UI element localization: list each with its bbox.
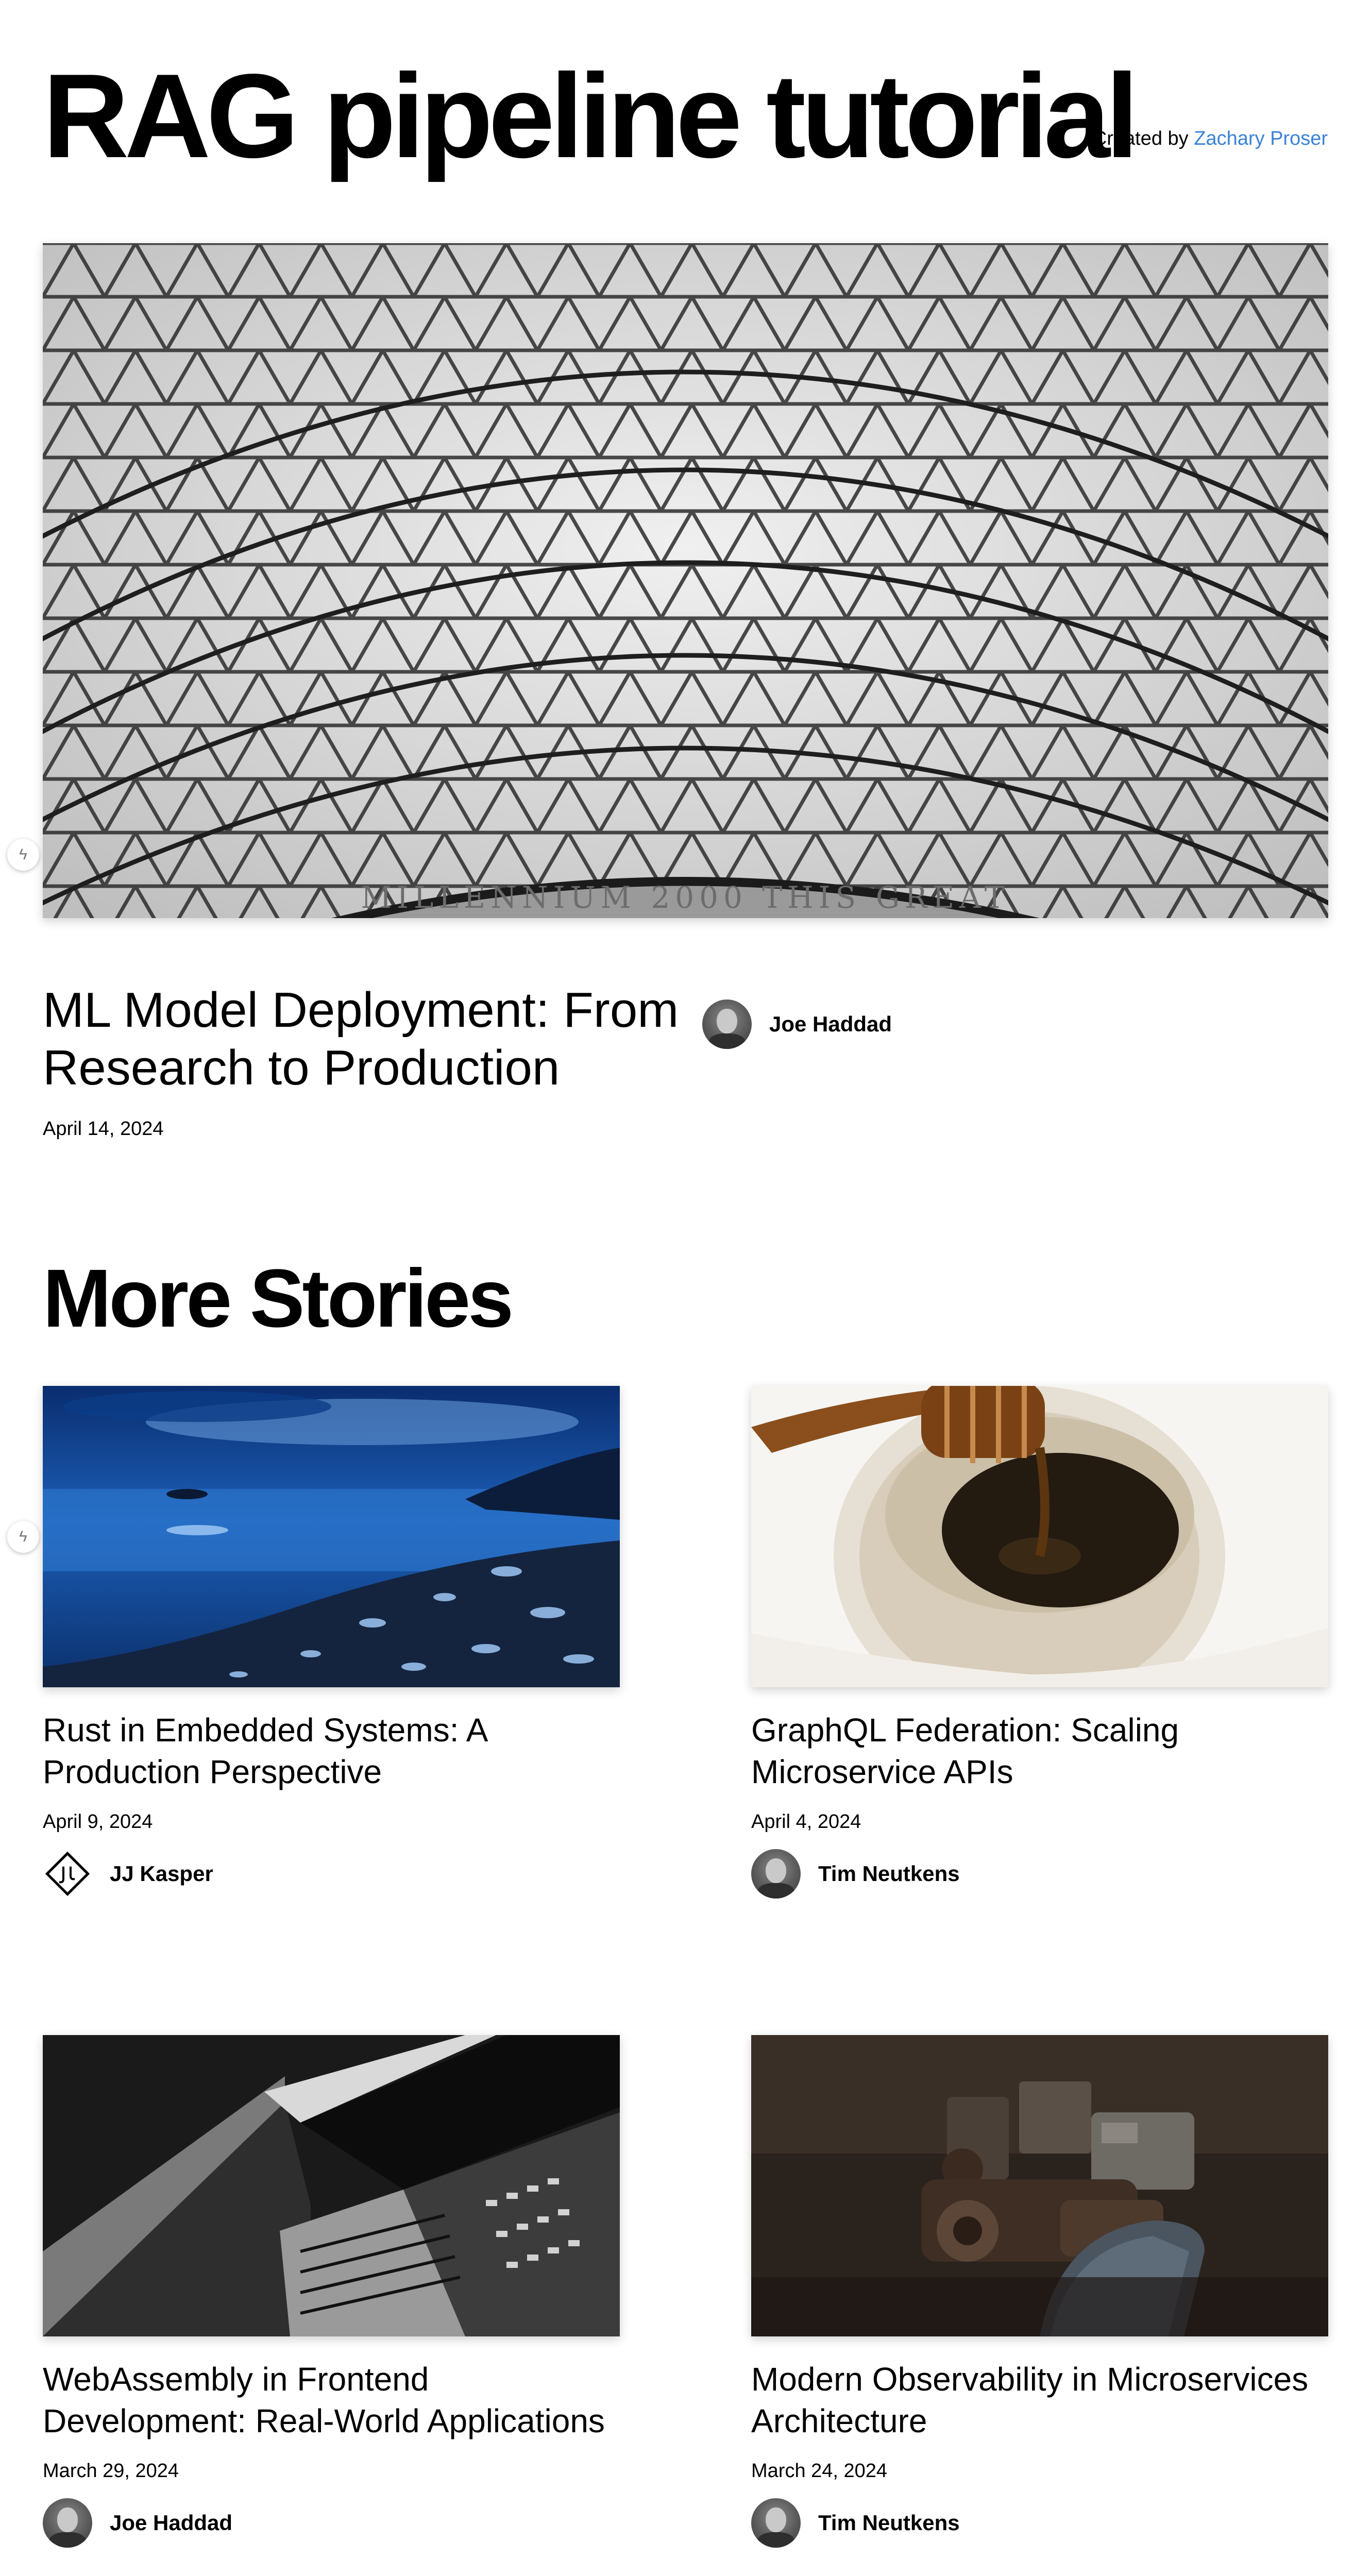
- hero-post-date: April 14, 2024: [43, 1118, 164, 1140]
- hero-image-inscription: MILLENNIUM 2000 THIS GREAT: [361, 880, 1010, 915]
- avatar: [751, 2498, 801, 2548]
- author-name: Joe Haddad: [769, 1012, 892, 1036]
- site-title: RAG pipeline tutorial: [43, 49, 1139, 183]
- avatar: [43, 2498, 92, 2548]
- story-title[interactable]: Modern Observability in Microservices Ar…: [751, 2359, 1328, 2443]
- author-name: JJ Kasper: [110, 1861, 213, 1886]
- story-image-architecture: [43, 2035, 620, 2336]
- story-image-honey: [751, 1386, 1328, 1687]
- story-date: March 29, 2024: [43, 2460, 179, 2482]
- story-author[interactable]: Tim Neutkens: [751, 1849, 960, 1899]
- author-name: Tim Neutkens: [818, 2511, 960, 2535]
- story-cover-image[interactable]: [43, 2035, 620, 2336]
- story-title[interactable]: Rust in Embedded Systems: A Production P…: [43, 1709, 620, 1793]
- lightning-icon[interactable]: ϟ: [7, 839, 39, 871]
- lightning-icon[interactable]: ϟ: [7, 1521, 39, 1553]
- story-date: April 9, 2024: [43, 1811, 153, 1833]
- story-image-machinery: [751, 2035, 1328, 2336]
- hero-roof-illustration: MILLENNIUM 2000 THIS GREAT: [43, 243, 1328, 918]
- story-image-beach: [43, 1386, 620, 1687]
- story-cover-image[interactable]: [751, 2035, 1328, 2336]
- hero-post-title[interactable]: ML Model Deployment: From Research to Pr…: [43, 981, 702, 1097]
- author-name: Joe Haddad: [110, 2511, 233, 2535]
- author-link[interactable]: Zachary Proser: [1194, 128, 1328, 149]
- author-name: Tim Neutkens: [818, 1861, 960, 1886]
- created-by-label: Created by: [1092, 128, 1189, 149]
- story-author[interactable]: JJ Kasper: [43, 1849, 213, 1899]
- story-cover-image[interactable]: [751, 1386, 1328, 1687]
- story-date: April 4, 2024: [751, 1811, 861, 1833]
- jj-logo-icon: [43, 1849, 92, 1899]
- story-cover-image[interactable]: [43, 1386, 620, 1687]
- story-author[interactable]: Joe Haddad: [43, 2498, 232, 2548]
- hero-cover-image[interactable]: MILLENNIUM 2000 THIS GREAT: [43, 243, 1328, 918]
- story-date: March 24, 2024: [751, 2460, 888, 2482]
- more-stories-heading: More Stories: [43, 1252, 514, 1344]
- avatar: [702, 999, 752, 1049]
- story-title[interactable]: WebAssembly in Frontend Development: Rea…: [43, 2359, 620, 2443]
- avatar: [751, 1849, 801, 1899]
- story-title[interactable]: GraphQL Federation: Scaling Microservice…: [751, 1709, 1328, 1793]
- hero-author[interactable]: Joe Haddad: [702, 999, 892, 1049]
- story-author[interactable]: Tim Neutkens: [751, 2498, 960, 2548]
- created-by: Created by Zachary Proser: [1093, 128, 1328, 150]
